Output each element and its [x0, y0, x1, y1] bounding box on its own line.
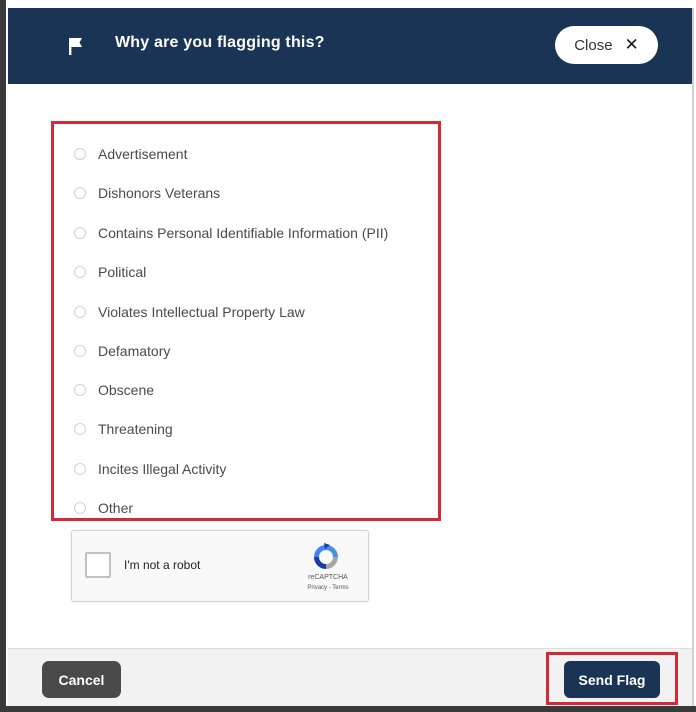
radio-button[interactable] [74, 266, 86, 278]
radio-button[interactable] [74, 502, 86, 514]
option-label: Contains Personal Identifiable Informati… [98, 225, 389, 241]
background-edge-bottom [0, 706, 696, 712]
option-advertisement[interactable]: Advertisement [74, 143, 187, 165]
option-intellectual-property[interactable]: Violates Intellectual Property Law [74, 301, 305, 323]
recaptcha-links[interactable]: Privacy - Terms [294, 585, 362, 591]
dialog-header: Why are you flagging this? Close ✕ [8, 8, 692, 84]
option-other[interactable]: Other [74, 497, 133, 519]
radio-button[interactable] [74, 345, 86, 357]
close-button[interactable]: Close ✕ [555, 26, 658, 64]
send-flag-button[interactable]: Send Flag [564, 661, 660, 698]
option-label: Threatening [98, 421, 173, 437]
option-incites-illegal-activity[interactable]: Incites Illegal Activity [74, 458, 226, 480]
option-threatening[interactable]: Threatening [74, 418, 173, 440]
radio-button[interactable] [74, 384, 86, 396]
recaptcha-widget: I'm not a robot reCAPTCHA Privacy - Term… [71, 530, 369, 602]
close-icon: ✕ [624, 35, 639, 54]
option-label: Other [98, 500, 134, 516]
dialog-footer: Cancel Send Flag [8, 648, 692, 706]
option-pii[interactable]: Contains Personal Identifiable Informati… [74, 222, 388, 244]
option-label: Advertisement [98, 146, 188, 162]
flag-reasons-group: Advertisement Dishonors Veterans Contain… [51, 121, 441, 521]
radio-button[interactable] [74, 423, 86, 435]
option-political[interactable]: Political [74, 261, 146, 283]
option-label: Political [98, 264, 147, 280]
flag-icon [69, 38, 82, 55]
screenshot-frame: Why are you flagging this? Close ✕ Adver… [0, 0, 696, 712]
background-edge [0, 0, 6, 712]
option-label: Defamatory [98, 343, 171, 359]
close-button-label: Close [574, 36, 613, 54]
option-label: Obscene [98, 382, 155, 398]
radio-button[interactable] [74, 306, 86, 318]
radio-button[interactable] [74, 148, 86, 160]
radio-button[interactable] [74, 187, 86, 199]
option-label: Dishonors Veterans [98, 185, 221, 201]
recaptcha-checkbox[interactable] [85, 552, 111, 578]
recaptcha-brand: reCAPTCHA [308, 574, 348, 581]
flag-dialog: Why are you flagging this? Close ✕ Adver… [8, 8, 694, 706]
option-defamatory[interactable]: Defamatory [74, 340, 170, 362]
option-label: Incites Illegal Activity [98, 461, 227, 477]
option-dishonors-veterans[interactable]: Dishonors Veterans [74, 182, 220, 204]
dialog-title: Why are you flagging this? [115, 34, 325, 51]
recaptcha-label: I'm not a robot [124, 558, 201, 572]
radio-button[interactable] [74, 463, 86, 475]
cancel-button[interactable]: Cancel [42, 661, 121, 698]
recaptcha-logo-icon [314, 543, 338, 569]
option-label: Violates Intellectual Property Law [98, 304, 305, 320]
radio-button[interactable] [74, 227, 86, 239]
option-obscene[interactable]: Obscene [74, 379, 154, 401]
